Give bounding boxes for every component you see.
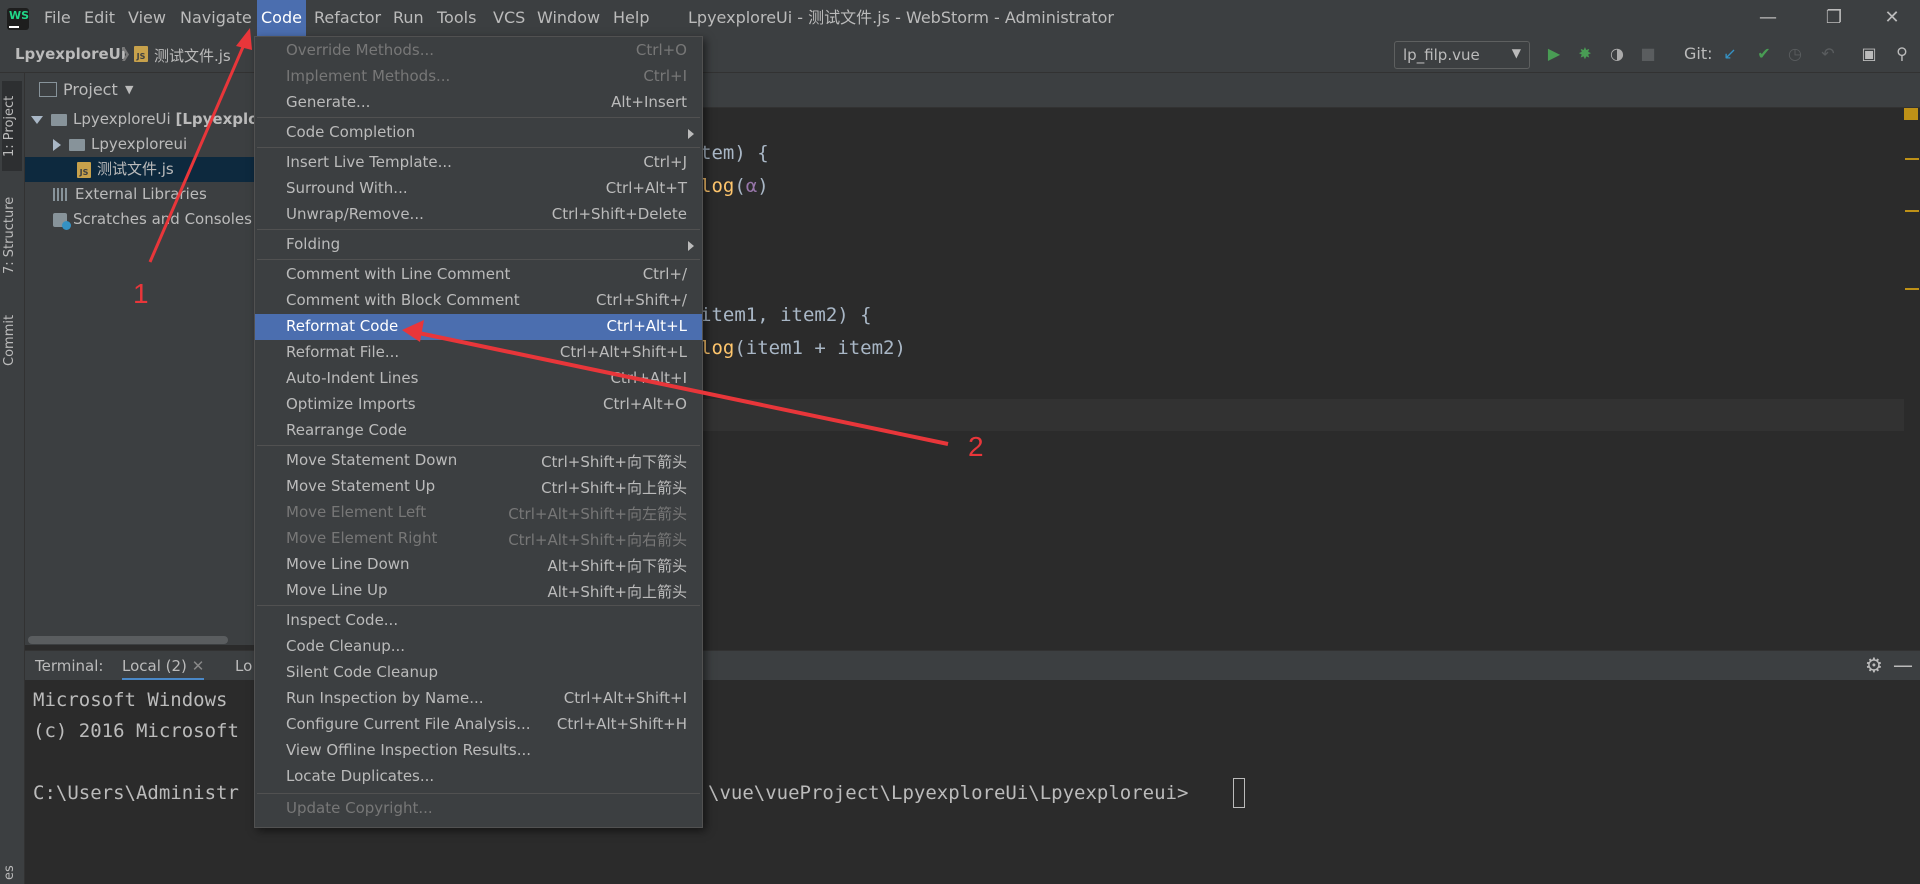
annotation-number-2: 2 [968, 431, 984, 462]
annotation-overlay [148, 28, 949, 446]
annotation-arrow-2 [402, 320, 949, 446]
annotation-number-1: 1 [133, 278, 149, 309]
annotation-arrow-1 [148, 28, 252, 263]
